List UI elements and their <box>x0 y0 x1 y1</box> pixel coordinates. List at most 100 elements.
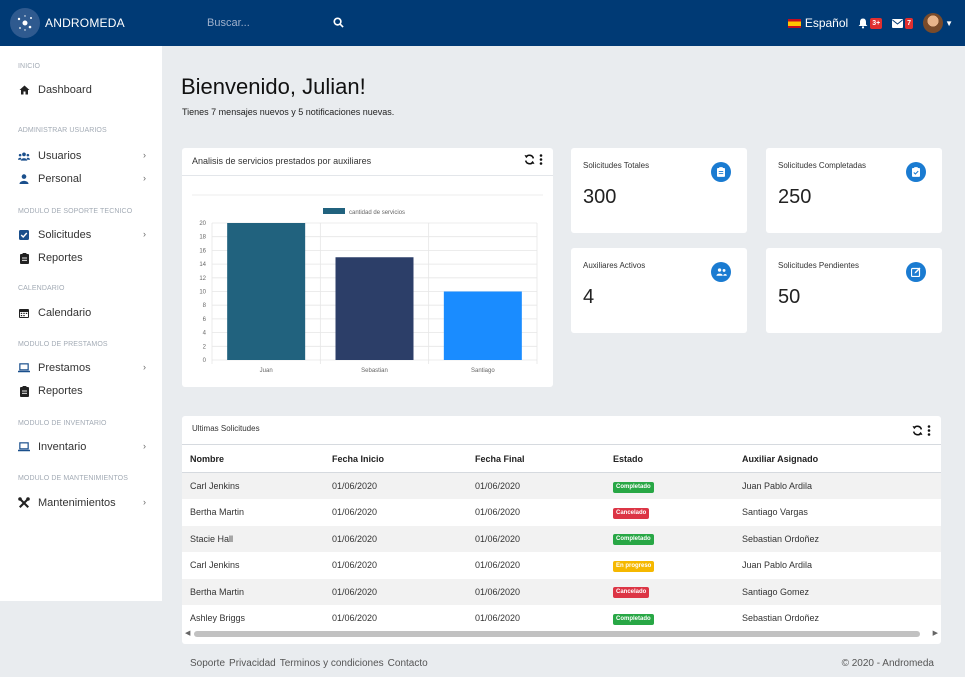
nombre-cell: Carl Jenkins <box>182 472 332 499</box>
scroll-left-icon[interactable]: ◀ <box>185 629 190 637</box>
more-vertical-icon[interactable] <box>539 154 543 165</box>
fecha-final-cell: 01/06/2020 <box>475 560 521 571</box>
user-icon <box>18 173 30 185</box>
sidebar-item-mantenimientos[interactable]: Mantenimientos › <box>18 494 148 512</box>
sidebar-heading-soporte: MODULO DE SOPORTE TECNICO <box>18 208 133 215</box>
sidebar-heading-usuarios: ADMINISTRAR USUARIOS <box>18 127 107 134</box>
column-header[interactable]: Auxiliar Asignado <box>742 444 941 473</box>
horizontal-scrollbar[interactable]: ◀ ▶ <box>182 629 941 639</box>
table-row[interactable]: Ashley Briggs 01/06/2020 01/06/2020 Complet… <box>182 605 941 632</box>
legend-swatch <box>323 208 345 214</box>
sidebar-item-solicitudes[interactable]: Solicitudes › <box>18 226 148 244</box>
edit-icon <box>906 262 926 282</box>
sidebar-item-reportes-soporte[interactable]: Reportes <box>18 249 148 267</box>
table-row[interactable]: Stacie Hall 01/06/2020 01/06/2020 Completad… <box>182 525 941 552</box>
chevron-right-icon: › <box>143 229 146 239</box>
refresh-icon[interactable] <box>524 154 535 165</box>
y-tick-label: 2 <box>203 344 207 350</box>
notifications-button[interactable]: 3+ <box>858 17 883 29</box>
brand-link[interactable]: ANDROMEDA <box>10 0 160 46</box>
search-icon <box>332 16 344 28</box>
y-tick-label: 6 <box>203 317 207 323</box>
refresh-icon[interactable] <box>912 425 923 436</box>
andromeda-logo-icon <box>10 8 40 38</box>
clipboard-check-icon <box>906 162 926 182</box>
table-title: Ultimas Solicitudes <box>192 424 260 433</box>
calendar-icon <box>18 307 30 319</box>
table-row[interactable]: Bertha Martin 01/06/2020 01/06/2020 Cancela… <box>182 499 941 526</box>
footer-link-terminos[interactable]: Terminos y condiciones <box>280 658 384 669</box>
search-button[interactable] <box>330 14 346 30</box>
column-header[interactable]: Nombre <box>182 444 332 473</box>
messages-button[interactable]: 7 <box>892 17 914 29</box>
status-badge: En progreso <box>613 560 655 572</box>
table-row[interactable]: Carl Jenkins 01/06/2020 01/06/2020 En progr… <box>182 552 941 579</box>
y-tick-label: 12 <box>199 276 206 282</box>
bar-juan <box>227 223 306 360</box>
users-icon <box>18 150 30 162</box>
users-icon <box>711 262 731 282</box>
bar-sebastian <box>335 257 414 360</box>
sidebar-item-label: Dashboard <box>38 84 92 96</box>
sidebar-item-prestamos[interactable]: Prestamos › <box>18 359 148 377</box>
stat-value: 250 <box>778 186 812 208</box>
bar-santiago <box>443 291 522 360</box>
search-input[interactable] <box>195 11 345 35</box>
copyright: © 2020 - Andromeda <box>841 658 934 669</box>
auxiliar-cell: Juan Pablo Ardila <box>742 560 813 571</box>
top-navbar: ANDROMEDA Español 3+ 7 <box>0 0 965 46</box>
table-row[interactable]: Carl Jenkins 01/06/2020 01/06/2020 Completa… <box>182 472 941 499</box>
fecha-final-cell: 01/06/2020 <box>475 613 521 624</box>
sidebar-item-inventario[interactable]: Inventario › <box>18 438 148 456</box>
scrollbar-thumb[interactable] <box>194 631 920 637</box>
latest-requests-card: Ultimas Solicitudes Nombre Fecha Inicio … <box>182 416 941 644</box>
auxiliar-cell: Santiago Gomez <box>742 578 941 605</box>
table-row[interactable]: Bertha Martin 01/06/2020 01/06/2020 Cancela… <box>182 578 941 605</box>
chart-card-header: Analisis de servicios prestados por auxi… <box>182 148 553 176</box>
fecha-inicio-cell: 01/06/2020 <box>332 613 378 624</box>
column-header[interactable]: Fecha Inicio <box>332 444 475 473</box>
sidebar: INICIO Dashboard ADMINISTRAR USUARIOS Us… <box>0 46 162 601</box>
sidebar-item-dashboard[interactable]: Dashboard <box>18 81 148 99</box>
chevron-right-icon: › <box>143 362 146 372</box>
sidebar-heading-prestamos: MODULO DE PRESTAMOS <box>18 341 108 348</box>
sidebar-item-label: Calendario <box>38 307 92 319</box>
services-chart-card: Analisis de servicios prestados por auxi… <box>182 148 553 387</box>
spain-flag-icon <box>787 18 801 28</box>
estado-cell: Cancelado <box>613 499 742 526</box>
sidebar-item-usuarios[interactable]: Usuarios › <box>18 147 148 165</box>
sidebar-item-calendario[interactable]: Calendario <box>18 304 148 322</box>
language-selector[interactable]: Español <box>787 16 848 30</box>
status-badge: Cancelado <box>613 507 650 519</box>
page-title: Bienvenido, Julian! <box>181 74 366 99</box>
sidebar-heading-mantenimientos: MODULO DE MANTENIMIENTOS <box>18 475 129 482</box>
more-vertical-icon[interactable] <box>927 425 931 436</box>
checkbox-icon <box>18 229 30 241</box>
fecha-inicio-cell: 01/06/2020 <box>332 472 475 499</box>
sidebar-item-reportes-prestamos[interactable]: Reportes <box>18 382 148 400</box>
sidebar-item-label: Solicitudes <box>38 229 92 241</box>
stat-card-completed: Solicitudes Completadas 250 <box>766 148 942 233</box>
footer-link-contacto[interactable]: Contacto <box>388 658 428 669</box>
stat-value: 4 <box>583 286 595 308</box>
column-header[interactable]: Fecha Final <box>475 444 613 473</box>
footer-link-privacidad[interactable]: Privacidad <box>229 658 276 669</box>
footer-link-soporte[interactable]: Soporte <box>190 658 225 669</box>
tools-icon <box>18 497 30 509</box>
column-header[interactable]: Estado <box>613 444 742 473</box>
user-menu[interactable]: ▼ <box>923 13 953 33</box>
estado-cell: En progreso <box>613 552 742 579</box>
status-badge: Cancelado <box>613 587 650 599</box>
nombre-cell: Stacie Hall <box>182 525 332 552</box>
sidebar-item-personal[interactable]: Personal › <box>18 170 148 188</box>
table-header-row: Nombre Fecha Inicio Fecha Final Estado A… <box>182 444 941 473</box>
chevron-right-icon: › <box>143 173 146 183</box>
y-tick-label: 10 <box>199 290 206 296</box>
estado-cell: Cancelado <box>613 578 742 605</box>
clipboard-icon <box>711 162 731 182</box>
sidebar-item-label: Mantenimientos <box>38 497 116 509</box>
stat-value: 300 <box>583 186 617 208</box>
scroll-right-icon[interactable]: ▶ <box>933 629 938 637</box>
nombre-cell: Bertha Martin <box>190 507 245 518</box>
home-icon <box>18 84 30 96</box>
